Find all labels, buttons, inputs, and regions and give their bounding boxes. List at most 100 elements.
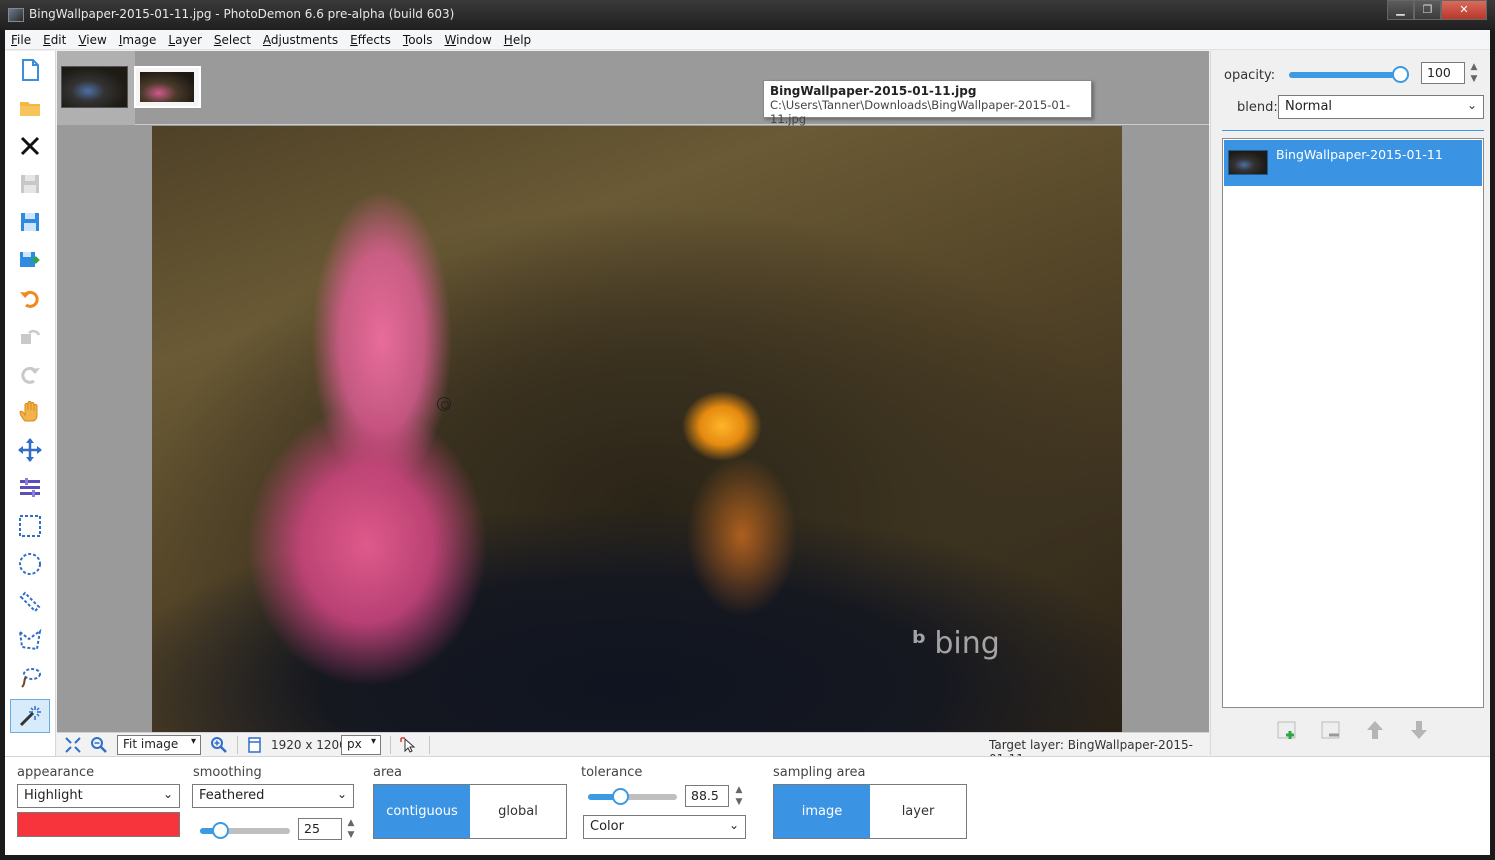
smoothing-slider[interactable]	[200, 822, 290, 839]
image-size: 1920 x 1200	[271, 738, 347, 752]
add-layer-icon	[1277, 721, 1296, 739]
move-tool[interactable]	[10, 433, 50, 467]
image-tab-thumbnail-active[interactable]	[134, 66, 201, 108]
fit-to-window-button[interactable]	[63, 736, 83, 754]
tolerance-input[interactable]: 88.5	[685, 785, 729, 807]
undo-button[interactable]	[10, 281, 50, 315]
zoom-dropdown[interactable]: Fit image ▾	[117, 735, 201, 755]
delete-layer-button[interactable]	[1318, 717, 1344, 743]
pan-tool[interactable]	[10, 395, 50, 429]
chevron-down-icon: ⌄	[1466, 98, 1477, 112]
layer-list[interactable]: BingWallpaper-2015-01-11	[1222, 138, 1484, 708]
history-button[interactable]	[10, 319, 50, 353]
layers-panel: opacity: 100 ▲ ▼ blend: Normal ⌄ BingWal…	[1210, 51, 1490, 755]
blend-label: blend:	[1237, 100, 1278, 115]
polygon-select-tool[interactable]	[10, 623, 50, 657]
area-contiguous-button[interactable]: contiguous	[374, 785, 470, 838]
menu-window[interactable]: Window	[438, 30, 497, 50]
canvas-area[interactable]: BingWallpaper-2015-01-11.jpg C:\Users\Ta…	[57, 51, 1209, 764]
menu-help[interactable]: Help	[498, 30, 537, 50]
tolerance-spinner-up-icon[interactable]: ▲	[734, 785, 744, 795]
ellipse-select-tool[interactable]	[10, 547, 50, 581]
main-toolbar	[5, 51, 56, 766]
tolerance-slider-thumb[interactable]	[612, 788, 629, 805]
lasso-select-tool[interactable]	[10, 661, 50, 695]
menu-edit[interactable]: Edit	[37, 30, 72, 50]
menu-effects[interactable]: Effects	[344, 30, 397, 50]
sampling-image-button[interactable]: image	[774, 785, 870, 838]
menu-image[interactable]: Image	[113, 30, 163, 50]
redo-button[interactable]	[10, 357, 50, 391]
menu-layer[interactable]: Layer	[162, 30, 207, 50]
move-layer-down-button[interactable]	[1406, 717, 1432, 743]
opacity-input[interactable]: 100	[1421, 62, 1465, 84]
zoom-out-button[interactable]	[89, 736, 109, 754]
chevron-down-icon: ▾	[190, 736, 196, 747]
chevron-down-icon: ▾	[370, 736, 376, 747]
unit-dropdown[interactable]: px ▾	[341, 735, 381, 755]
minimize-button[interactable]: ▁	[1387, 0, 1414, 20]
appearance-dropdown[interactable]: Highlight ⌄	[17, 784, 180, 808]
add-layer-button[interactable]	[1274, 717, 1300, 743]
chevron-down-icon: ⌄	[336, 787, 347, 801]
opacity-slider[interactable]	[1289, 66, 1409, 83]
close-window-button[interactable]: ✕	[1441, 0, 1487, 20]
menu-adjustments[interactable]: Adjustments	[257, 30, 344, 50]
tolerance-mode-dropdown[interactable]: Color ⌄	[583, 815, 746, 839]
new-file-button[interactable]	[10, 53, 50, 87]
tolerance-label: tolerance	[581, 765, 643, 780]
smoothing-slider-thumb[interactable]	[212, 822, 229, 839]
opacity-spinner-up-icon[interactable]: ▲	[1469, 62, 1479, 72]
opacity-slider-fill	[1289, 72, 1409, 78]
blend-mode-dropdown[interactable]: Normal ⌄	[1278, 95, 1484, 119]
tolerance-mode-value: Color	[590, 819, 624, 834]
menu-select[interactable]: Select	[208, 30, 257, 50]
tolerance-spinner-down-icon[interactable]: ▼	[734, 797, 744, 807]
opacity-slider-thumb[interactable]	[1392, 66, 1409, 83]
app-icon	[8, 8, 24, 22]
watermark-text: bing	[934, 626, 1000, 661]
image-canvas[interactable]: ᵇ bing	[152, 126, 1122, 732]
layer-row-selected[interactable]: BingWallpaper-2015-01-11	[1224, 140, 1482, 186]
polygon-select-icon	[18, 628, 42, 651]
move-layer-up-button[interactable]	[1362, 717, 1388, 743]
menu-view[interactable]: View	[72, 30, 112, 50]
smoothing-value: Feathered	[199, 788, 265, 803]
tooltip-title: BingWallpaper-2015-01-11.jpg	[770, 84, 977, 98]
close-image-button[interactable]	[10, 129, 50, 163]
save-button[interactable]	[10, 167, 50, 201]
save-as-button[interactable]	[10, 205, 50, 239]
magic-wand-tool[interactable]	[10, 699, 50, 733]
smoothing-spinner-up-icon[interactable]: ▲	[346, 818, 356, 828]
area-global-button[interactable]: global	[470, 785, 566, 838]
zoom-in-button[interactable]	[209, 736, 229, 754]
title-bar: BingWallpaper-2015-01-11.jpg - PhotoDemo…	[0, 0, 1495, 30]
smoothing-spinner-down-icon[interactable]: ▼	[346, 830, 356, 840]
chevron-down-icon: ⌄	[162, 787, 173, 801]
sampling-area-label: sampling area	[773, 765, 866, 780]
menu-tools[interactable]: Tools	[397, 30, 439, 50]
status-divider	[390, 736, 391, 754]
highlight-color-picker[interactable]	[17, 812, 180, 837]
magic-wand-icon	[19, 706, 41, 727]
tolerance-slider[interactable]	[588, 788, 677, 805]
rect-select-tool[interactable]	[10, 509, 50, 543]
sampling-layer-button[interactable]: layer	[870, 785, 966, 838]
layer-align-tool[interactable]	[10, 471, 50, 505]
layer-align-icon	[20, 478, 40, 497]
zoom-in-icon	[211, 737, 227, 753]
opacity-spinner-down-icon[interactable]: ▼	[1469, 74, 1479, 84]
open-file-button[interactable]	[10, 91, 50, 125]
smoothing-input[interactable]: 25	[298, 818, 342, 840]
export-button[interactable]	[10, 243, 50, 277]
cursor-position-icon	[398, 736, 418, 754]
image-tab-thumbnail[interactable]	[61, 66, 128, 108]
menu-bar: File Edit View Image Layer Select Adjust…	[5, 30, 1490, 50]
cursor-icon	[437, 397, 451, 411]
arrow-down-icon	[1411, 721, 1427, 739]
smoothing-dropdown[interactable]: Feathered ⌄	[192, 784, 354, 808]
move-icon	[18, 438, 42, 462]
line-select-tool[interactable]	[10, 585, 50, 619]
maximize-button[interactable]: ❐	[1414, 0, 1441, 20]
menu-file[interactable]: File	[5, 30, 37, 50]
